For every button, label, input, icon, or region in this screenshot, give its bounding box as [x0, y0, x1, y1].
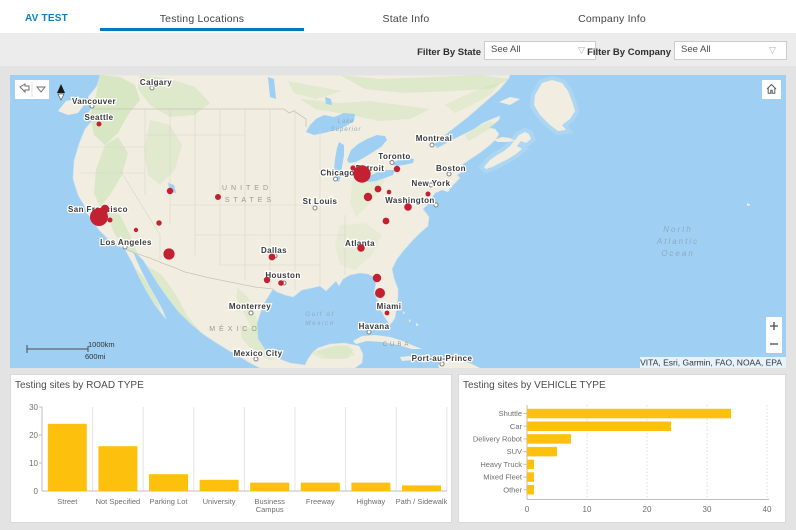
svg-text:0: 0 [525, 505, 530, 514]
svg-text:Mixed Fleet: Mixed Fleet [483, 473, 523, 482]
svg-text:Mexico City: Mexico City [234, 349, 283, 358]
svg-text:New York: New York [412, 179, 451, 188]
svg-text:Monterrey: Monterrey [229, 302, 271, 311]
svg-text:20: 20 [643, 505, 652, 514]
svg-text:Dallas: Dallas [261, 246, 287, 255]
svg-text:Atlantic: Atlantic [656, 237, 699, 246]
svg-text:Delivery Robot: Delivery Robot [473, 435, 523, 444]
svg-text:0: 0 [34, 487, 39, 496]
svg-text:20: 20 [29, 431, 38, 440]
svg-text:30: 30 [29, 403, 38, 412]
svg-text:Lake: Lake [337, 119, 354, 125]
svg-text:SUV: SUV [507, 447, 522, 456]
svg-text:Mexico: Mexico [305, 320, 335, 327]
svg-text:Port-au-Prince: Port-au-Prince [412, 354, 473, 363]
svg-text:Car: Car [510, 422, 523, 431]
svg-text:Ocean: Ocean [661, 249, 695, 258]
svg-text:Not Specified: Not Specified [96, 497, 141, 506]
svg-text:Parking Lot: Parking Lot [150, 497, 189, 506]
svg-text:Freeway: Freeway [306, 497, 335, 506]
svg-text:Los Angeles: Los Angeles [100, 238, 152, 247]
svg-text:VITA, Esri, Garmin, FAO, NOAA,: VITA, Esri, Garmin, FAO, NOAA, EPA [640, 358, 782, 368]
svg-text:University: University [203, 497, 236, 506]
svg-text:Campus: Campus [256, 505, 284, 514]
svg-text:Highway: Highway [357, 497, 386, 506]
svg-text:Miami: Miami [377, 302, 402, 311]
svg-text:CUBA: CUBA [383, 342, 412, 348]
svg-text:Heavy Truck: Heavy Truck [480, 460, 522, 469]
svg-text:St Louis: St Louis [303, 197, 338, 206]
svg-text:600mi: 600mi [85, 352, 106, 361]
svg-text:Washington: Washington [385, 196, 434, 205]
svg-text:40: 40 [763, 505, 772, 514]
svg-text:UNITED: UNITED [222, 185, 272, 192]
svg-text:10: 10 [583, 505, 592, 514]
svg-text:1000km: 1000km [88, 340, 115, 349]
svg-text:Montreal: Montreal [416, 134, 453, 143]
svg-text:10: 10 [29, 459, 38, 468]
svg-text:Path / Sidewalk: Path / Sidewalk [396, 497, 448, 506]
svg-text:Havana: Havana [359, 322, 390, 331]
svg-text:Chicago: Chicago [320, 169, 354, 178]
svg-text:Seattle: Seattle [84, 113, 113, 122]
svg-text:Gulf of: Gulf of [305, 311, 335, 318]
svg-text:Houston: Houston [265, 271, 300, 280]
svg-text:30: 30 [703, 505, 712, 514]
svg-text:Shuttle: Shuttle [499, 409, 522, 418]
svg-text:MÉXICO: MÉXICO [209, 324, 261, 333]
svg-text:Other: Other [503, 486, 522, 495]
svg-text:Calgary: Calgary [140, 78, 172, 87]
svg-text:Toronto: Toronto [378, 152, 410, 161]
svg-text:Vancouver: Vancouver [72, 97, 116, 106]
svg-text:North: North [663, 225, 693, 234]
svg-text:Superior: Superior [331, 127, 362, 133]
svg-text:Street: Street [57, 497, 78, 506]
svg-text:STATES: STATES [225, 197, 275, 204]
svg-text:Boston: Boston [436, 164, 466, 173]
